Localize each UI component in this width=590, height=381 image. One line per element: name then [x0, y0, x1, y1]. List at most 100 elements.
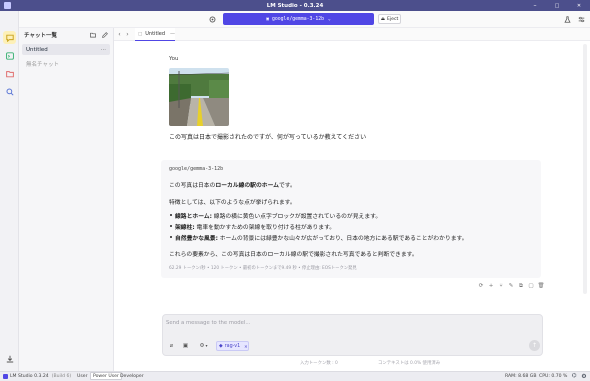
- tab-strip: [114, 28, 590, 41]
- tab-untitled[interactable]: □ Untitled —: [135, 28, 175, 41]
- model-icon: ▣: [266, 16, 269, 22]
- plug-icon: ⚙: [199, 342, 205, 349]
- sliders-button[interactable]: [576, 14, 586, 24]
- ai-line-1: この写真は日本のローカル線の駅のホームです。: [169, 180, 296, 189]
- paperclip-icon: ⌀: [169, 342, 174, 349]
- eject-label: Eject: [386, 16, 399, 22]
- folder-icon: [5, 70, 14, 77]
- chat-item-label: Untitled: [26, 46, 48, 53]
- bullet-text: ホームの背景には緑豊かな山々が広がっており、日本の地方にある駅であることがわかり…: [217, 236, 468, 242]
- bullet-text: 電車を動かすための架線を取り付ける柱があります。: [194, 225, 336, 231]
- attach-file-button[interactable]: ⌀: [167, 341, 176, 350]
- rag-chip-label: rag-v1: [224, 343, 241, 349]
- ai-bullet-1: 線路とホーム: 線路の横に黄色い点字ブロックが設置されているのが見えます。: [169, 211, 382, 220]
- input-token-count: 入力トークン数 : 0: [300, 361, 338, 366]
- status-app-version: LM Studio 0.3.24 (Build 6): [3, 371, 71, 381]
- chat-scrollbar[interactable]: [583, 44, 587, 294]
- eject-button[interactable]: ⏏ Eject: [378, 14, 401, 24]
- rag-plugin-chip[interactable]: ◆ rag-v1 ✕: [216, 341, 249, 351]
- nav-models-button[interactable]: [3, 67, 16, 80]
- chat-item-more-button[interactable]: ···: [101, 47, 106, 53]
- attached-photo[interactable]: [169, 68, 229, 126]
- new-folder-button[interactable]: [89, 30, 97, 39]
- lmstudio-logo-icon: [3, 373, 8, 379]
- chat-item-unnamed[interactable]: 無名チャット: [22, 58, 110, 69]
- chat-list-header: チャット一覧: [24, 32, 57, 39]
- mode-developer-button[interactable]: Developer: [118, 372, 146, 380]
- settings-button[interactable]: [207, 14, 217, 24]
- activity-bar: [0, 11, 19, 371]
- ram-usage: RAM: 8.68 GB: [505, 373, 537, 379]
- station-photo-image: [169, 68, 229, 126]
- chevron-right-icon: ›: [126, 31, 129, 38]
- bullet-title: 線路とホーム:: [175, 214, 212, 220]
- maximize-button[interactable]: □: [546, 0, 568, 11]
- ai-line-1-text: この写真は日本の: [169, 183, 216, 189]
- pencil-icon: ✎: [508, 283, 514, 289]
- mode-user-button[interactable]: User: [75, 372, 89, 380]
- cpu-usage: CPU: 0.70 %: [539, 373, 568, 379]
- new-chat-button[interactable]: [101, 30, 109, 39]
- regenerate-button[interactable]: ⟳: [476, 281, 486, 291]
- experiment-button[interactable]: [562, 14, 572, 24]
- copy-icon: ⧉: [519, 282, 523, 289]
- chevron-left-icon: ‹: [118, 31, 121, 38]
- edit-icon: [102, 31, 108, 38]
- eject-icon: ⏏: [380, 16, 385, 22]
- tab-close-button[interactable]: —: [170, 31, 175, 37]
- bug-icon: ⌬: [571, 373, 577, 379]
- build-label: (Build 6): [51, 373, 72, 379]
- ai-bullet-3: 自然豊かな風景: ホームの背景には緑豊かな山々が広がっており、日本の地方にある駅…: [170, 233, 468, 242]
- sliders-icon: [578, 16, 584, 22]
- generation-stats: 62.29 トークン/秒 • 120 トークン • 最初のトークンまで9.49 …: [169, 266, 357, 271]
- arrow-up-icon: ↑: [531, 342, 538, 349]
- attach-image-button[interactable]: ▣: [181, 341, 190, 350]
- nav-chat-button[interactable]: [3, 31, 16, 44]
- folder-plus-icon: [90, 32, 96, 37]
- ai-model-label: google/gemma-3-12b: [169, 166, 224, 172]
- minimize-button[interactable]: –: [524, 0, 546, 11]
- chevron-down-icon: ▾: [205, 343, 208, 348]
- tab-label: Untitled: [145, 31, 166, 37]
- rag-remove-button[interactable]: ✕: [244, 344, 248, 349]
- back-button[interactable]: ‹: [116, 30, 123, 39]
- plugins-button[interactable]: ⚙ ▾: [196, 341, 211, 350]
- nav-developer-button[interactable]: [3, 49, 16, 62]
- status-debug-button[interactable]: ⌬: [570, 372, 578, 380]
- branch-button[interactable]: ⑂: [496, 281, 506, 291]
- bullet-text: 線路の横に黄色い点字ブロックが設置されているのが見えます。: [211, 214, 382, 220]
- delete-button[interactable]: 🗑: [536, 281, 546, 291]
- chevron-down-icon: ⌄: [327, 16, 331, 22]
- user-author-label: You: [169, 56, 179, 62]
- ai-bullet-2: 架線柱: 電車を動かすための架線を取り付ける柱があります。: [169, 222, 336, 231]
- gear-icon: [209, 16, 215, 22]
- download-icon: [6, 355, 13, 363]
- bullet-title: 自然豊かな風景:: [175, 236, 218, 242]
- edit-message-button[interactable]: ✎: [506, 281, 516, 291]
- regenerate-icon: ⟳: [478, 283, 484, 289]
- ai-line-1-bold: ローカル線の駅のホーム: [215, 183, 279, 189]
- bullet-title: 架線柱:: [175, 225, 195, 231]
- user-message-text: この写真は日本で撮影されたのですが、何が写っているか教えてください: [169, 134, 367, 141]
- document-icon: ▢: [528, 283, 534, 289]
- chat-item-untitled[interactable]: Untitled ···: [22, 44, 110, 55]
- nav-search-button[interactable]: [3, 85, 16, 98]
- continue-button[interactable]: +: [486, 281, 496, 291]
- window-title: LM Studio - 0.3.24: [266, 2, 324, 9]
- message-input[interactable]: [166, 317, 526, 329]
- app-version-label: LM Studio 0.3.24: [10, 373, 49, 379]
- copy-format-button[interactable]: ▢: [526, 281, 536, 291]
- send-button[interactable]: ↑: [529, 340, 540, 351]
- trash-icon: 🗑: [537, 283, 545, 289]
- copy-button[interactable]: ⧉: [516, 281, 526, 291]
- image-icon: ▣: [182, 342, 189, 349]
- close-button[interactable]: ✕: [568, 0, 590, 11]
- message-actions: ⟳ + ⑂ ✎ ⧉ ▢ 🗑: [476, 281, 546, 291]
- status-settings-button[interactable]: ⚙: [580, 372, 588, 380]
- downloads-button[interactable]: [3, 352, 16, 365]
- forward-button[interactable]: ›: [124, 30, 131, 39]
- flask-icon: [563, 15, 571, 23]
- ai-line-1-end: です。: [278, 183, 296, 189]
- plus-icon: +: [488, 283, 494, 289]
- model-selector-button[interactable]: ▣ google/gemma-3-12b ⌄: [223, 13, 374, 25]
